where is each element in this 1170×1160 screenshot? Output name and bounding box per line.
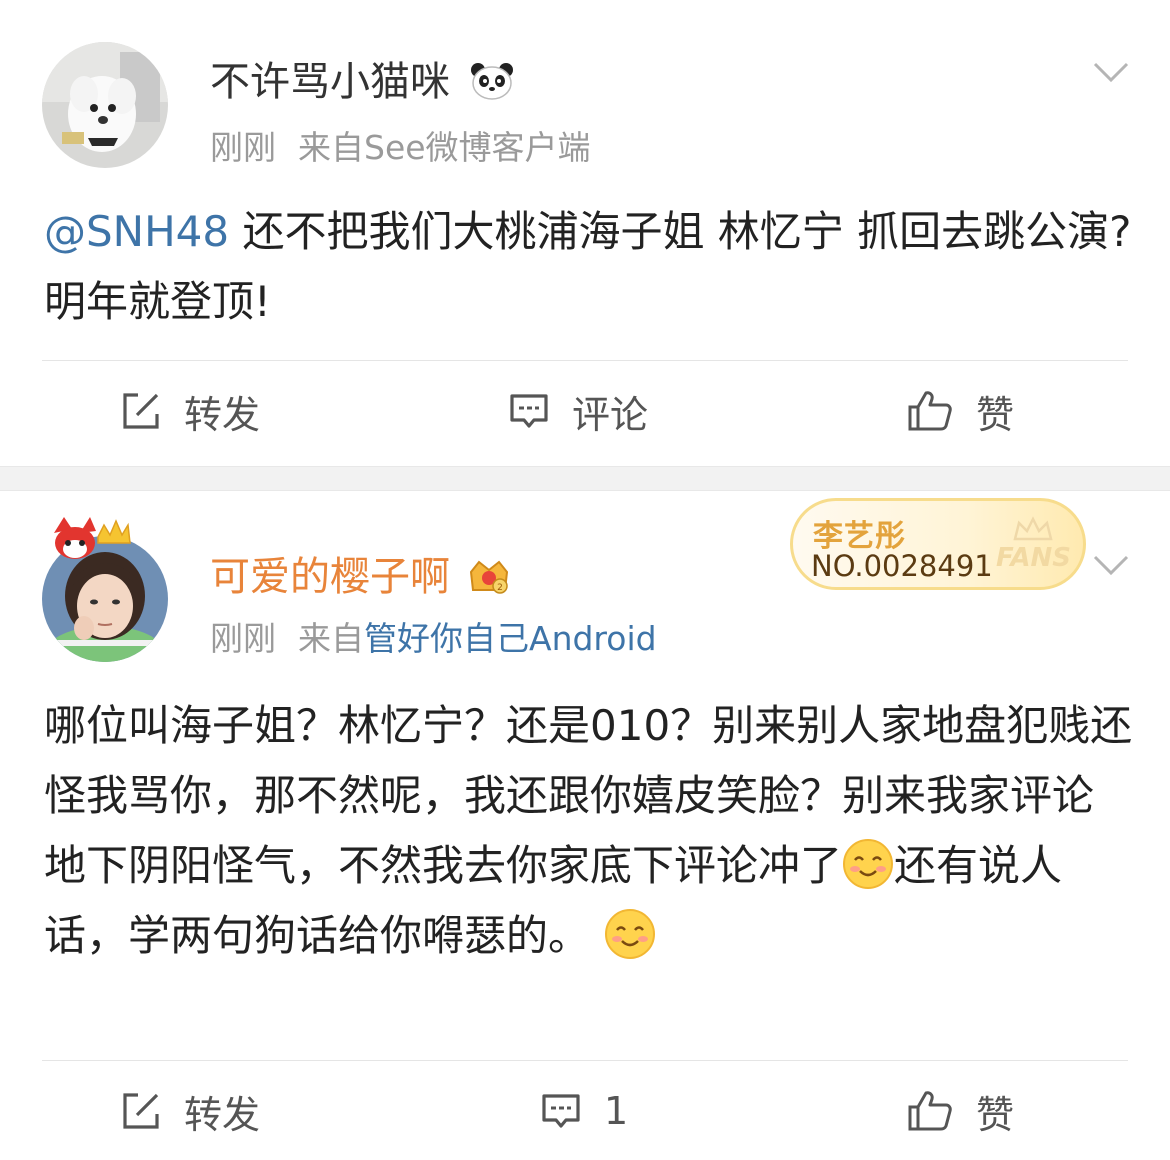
smile-emoji-icon (604, 908, 656, 960)
comment-button[interactable]: 1 (540, 1061, 628, 1160)
repost-button[interactable]: 转发 (120, 1061, 260, 1160)
like-label: 赞 (976, 392, 1015, 437)
post-source: See微博客户端 (364, 128, 591, 167)
source-prefix: 来自 (298, 128, 364, 167)
username[interactable]: 可爱的樱子啊 2 (210, 553, 511, 601)
action-bar: 转发 评论 赞 (42, 360, 1128, 460)
post-time: 刚刚 (210, 619, 276, 658)
post-content: 哪位叫海子姐？林忆宁？还是010？别来别人家地盘犯贱还怪我骂你，那不然呢，我还跟… (44, 691, 1134, 971)
mention-link[interactable]: @SNH48 (44, 207, 229, 256)
post-source-link[interactable]: 管好你自己Android (364, 619, 657, 658)
thumbs-up-icon (908, 1091, 952, 1131)
thumbs-up-icon (908, 391, 952, 431)
panda-emoji-icon (469, 61, 515, 101)
post-time: 刚刚 (210, 128, 276, 167)
like-label: 赞 (976, 1092, 1015, 1137)
fans-badge-number: NO.0028491 (811, 549, 993, 583)
fans-badge[interactable]: 李艺彤 NO.0028491 FANS (790, 498, 1086, 590)
crown-watermark-icon (1013, 516, 1053, 541)
repost-label: 转发 (184, 1092, 261, 1137)
weibo-post: 可爱的樱子啊 2 刚刚 来自管好你自己Android 李艺彤 NO.0028491… (0, 491, 1170, 1160)
post-content: @SNH48 还不把我们大桃浦海子姐 林忆宁 抓回去跳公演?明年就登顶! (44, 197, 1134, 337)
comment-button[interactable]: 评论 (508, 361, 648, 461)
comment-label: 评论 (572, 392, 649, 437)
post-separator (0, 466, 1170, 491)
repost-icon (123, 1093, 159, 1129)
username[interactable]: 不许骂小猫咪 (210, 58, 515, 106)
svg-text:2: 2 (497, 583, 503, 593)
username-text: 可爱的樱子啊 (210, 554, 450, 600)
comment-icon (510, 394, 548, 428)
comment-icon (542, 1094, 580, 1128)
source-prefix: 来自 (298, 619, 364, 658)
post-meta: 刚刚 来自See微博客户端 (210, 128, 591, 168)
action-bar: 转发 1 赞 (42, 1060, 1128, 1160)
avatar[interactable] (42, 42, 168, 168)
post-meta: 刚刚 来自管好你自己Android (210, 619, 657, 659)
repost-button[interactable]: 转发 (120, 361, 260, 461)
chevron-down-icon[interactable] (1092, 60, 1130, 84)
username-text: 不许骂小猫咪 (210, 59, 450, 105)
crown-badge-icon: 2 (467, 556, 511, 596)
like-button[interactable]: 赞 (906, 1061, 1014, 1160)
fans-badge-tag: FANS (995, 543, 1071, 573)
repost-icon (123, 393, 159, 429)
like-button[interactable]: 赞 (906, 361, 1014, 461)
repost-label: 转发 (184, 392, 261, 437)
chevron-down-icon[interactable] (1092, 553, 1130, 577)
weibo-post: 不许骂小猫咪 刚刚 来自See微博客户端 @SNH48 还不把我们大桃浦海子姐 林… (0, 0, 1170, 466)
smile-emoji-icon (842, 838, 894, 890)
comment-count: 1 (604, 1089, 629, 1133)
avatar-frame-fox-icon (54, 517, 131, 559)
